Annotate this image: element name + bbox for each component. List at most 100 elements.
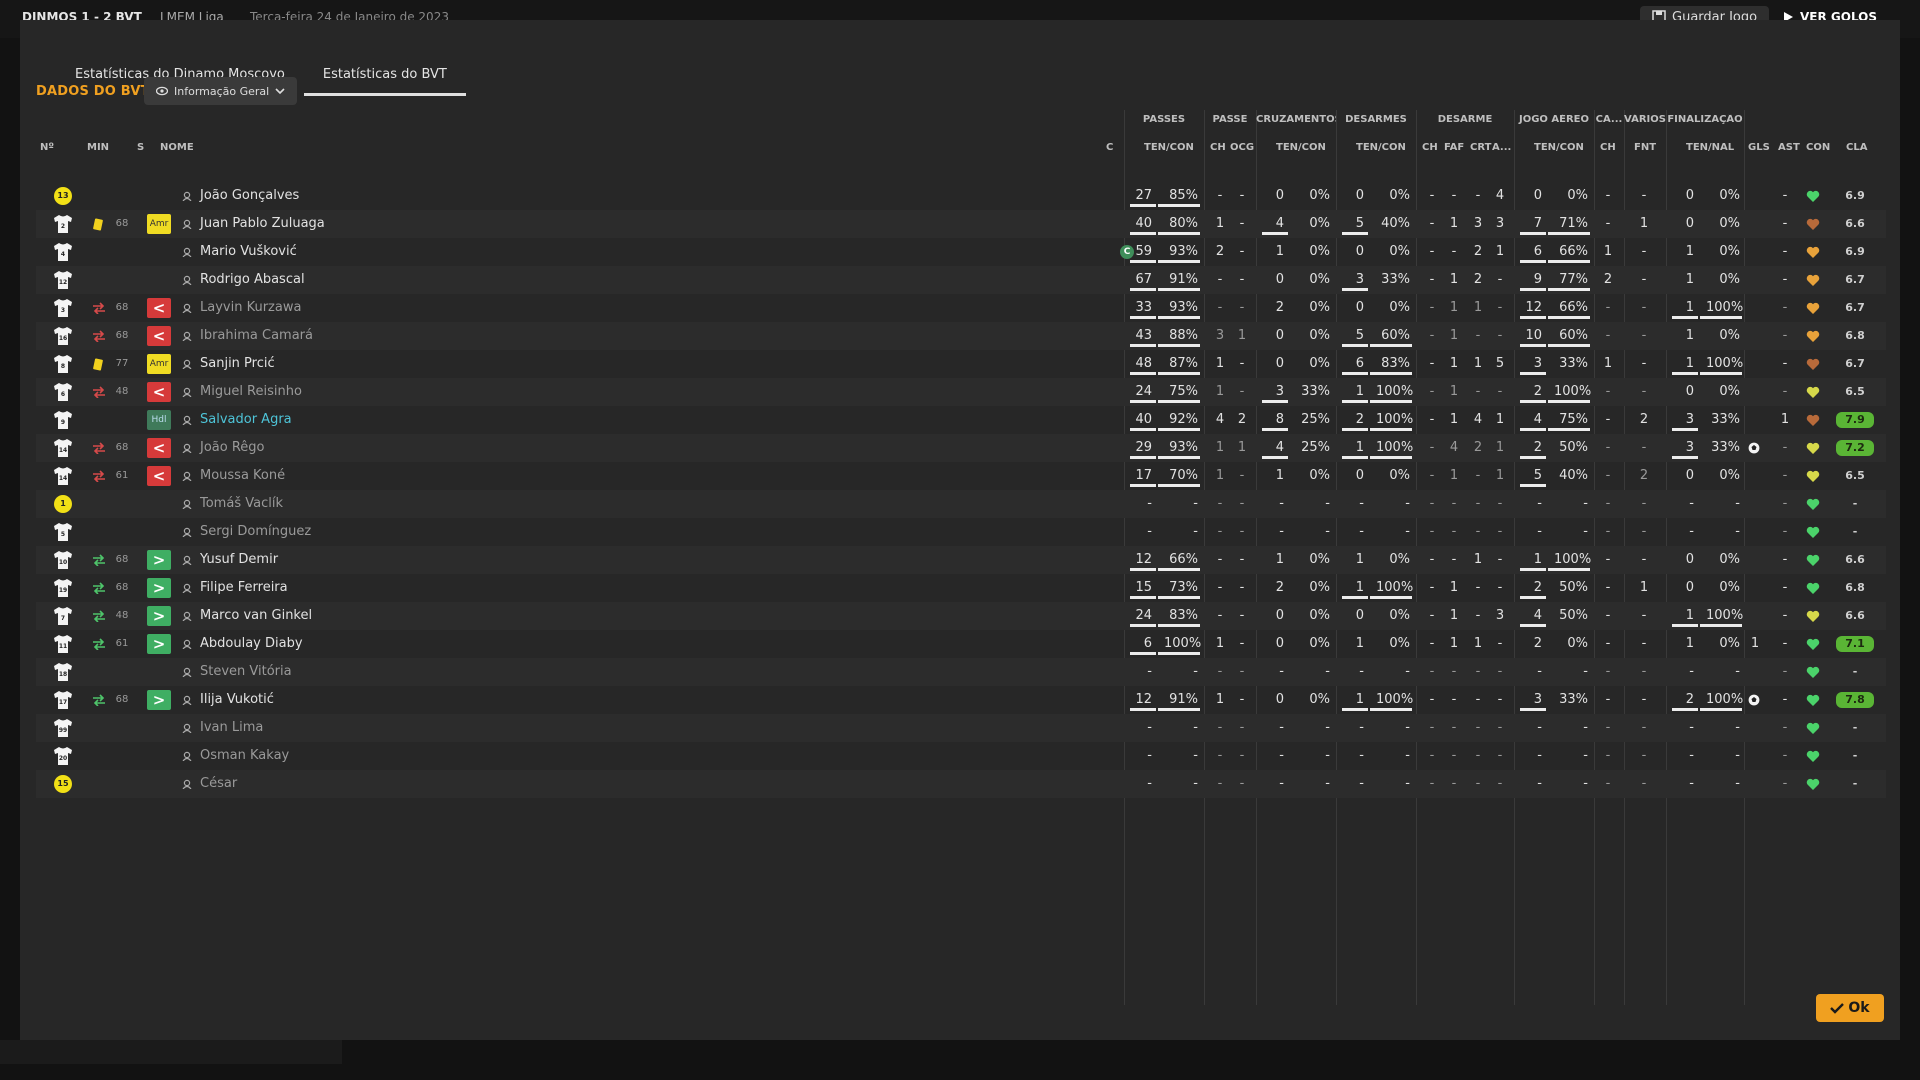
- player-name[interactable]: Abdoulay Diaby: [200, 630, 500, 658]
- ae-attempts-bar: [1520, 428, 1546, 431]
- p-success-bar: [1158, 316, 1200, 319]
- table-row[interactable]: 15 César - - - - - - - - - - - - - - - - - - - -: [36, 770, 1886, 798]
- table-row[interactable]: 9 Hdl Salvador Agra 40 92% 4 2 8 25% 2 100% -1 4 1 4 75…: [36, 406, 1886, 434]
- column-header-name[interactable]: NOME: [160, 142, 194, 153]
- player-name[interactable]: Steven Vitória: [200, 658, 500, 686]
- player-name[interactable]: João Gonçalves: [200, 182, 500, 210]
- column-header-dfaf[interactable]: FAF: [1444, 142, 1464, 153]
- ast-value: -: [1782, 300, 1788, 315]
- table-row[interactable]: 10 68 > Yusuf Demir 12 66% - -1 0% 1 0% - -1-1 100% - -…: [36, 546, 1886, 574]
- dcrt-value: 2: [1473, 244, 1483, 259]
- column-header-cach[interactable]: CH: [1600, 142, 1616, 153]
- ae-success: -: [1583, 496, 1588, 511]
- column-header-ast[interactable]: AST: [1778, 142, 1800, 153]
- person-icon: [182, 350, 192, 378]
- player-name[interactable]: Filipe Ferreira: [200, 574, 500, 602]
- table-row[interactable]: 20 Osman Kakay - - - - - - - - - - - - - - - - - - - -: [36, 742, 1886, 770]
- player-name[interactable]: João Rêgo: [200, 434, 500, 462]
- column-header-dcrt[interactable]: CRT: [1470, 142, 1491, 153]
- table-row[interactable]: 13 João Gonçalves 27 85% - -0 0% 0 0% - - -4 0 0% - -0 0…: [36, 182, 1886, 210]
- player-name[interactable]: Yusuf Demir: [200, 546, 500, 574]
- player-name[interactable]: Ibrahima Camará: [200, 322, 500, 350]
- player-name[interactable]: Salvador Agra: [200, 406, 500, 434]
- column-header-con[interactable]: CON: [1806, 142, 1830, 153]
- column-header-pch[interactable]: CH: [1210, 142, 1226, 153]
- person-icon: [182, 602, 192, 630]
- player-rating: -: [1852, 777, 1858, 790]
- column-header-pocg[interactable]: OCG: [1230, 142, 1254, 153]
- table-row[interactable]: 14 68 < João Rêgo 29 93% 1 1 4 25% 1 100% -4 2 1 2 50% - -…: [36, 434, 1886, 462]
- tk-success: 0%: [1389, 552, 1410, 567]
- status-badge: Amr: [147, 354, 171, 374]
- player-name[interactable]: Tomáš Vaclík: [200, 490, 500, 518]
- player-name[interactable]: Ilija Vukotić: [200, 686, 500, 714]
- column-header-min[interactable]: MIN: [87, 142, 109, 153]
- player-name[interactable]: Marco van Ginkel: [200, 602, 500, 630]
- dfaf-value: -: [1451, 776, 1457, 791]
- player-name[interactable]: Osman Kakay: [200, 742, 500, 770]
- table-row[interactable]: 11 61 > Abdoulay Diaby 6 100% 1-0 0% 1 0% -1 1-2 0% -…: [36, 630, 1886, 658]
- sub-off-icon: [92, 378, 106, 406]
- sub-off-icon: [92, 294, 106, 322]
- column-header-shots[interactable]: TEN/NAL: [1686, 142, 1734, 153]
- column-header-tackles[interactable]: TEN/CON: [1356, 142, 1406, 153]
- svg-text:6: 6: [61, 391, 65, 398]
- da-value: -: [1497, 636, 1503, 651]
- column-header-da[interactable]: A...: [1492, 142, 1511, 153]
- player-name[interactable]: Sanjin Prcić: [200, 350, 500, 378]
- dcrt-value: -: [1475, 776, 1481, 791]
- column-header-c[interactable]: C: [1106, 142, 1113, 153]
- tk-attempts-bar: [1342, 372, 1368, 375]
- player-name[interactable]: Mario Vušković: [200, 238, 500, 266]
- player-name[interactable]: Juan Pablo Zuluaga: [200, 210, 500, 238]
- table-row[interactable]: 14 61 < Moussa Koné 17 70% 1-1 0% 0 0% -1-1 5 40% -2 0…: [36, 462, 1886, 490]
- group-header: DESARME: [1437, 114, 1493, 125]
- sub-on-icon: [92, 574, 106, 602]
- table-row[interactable]: 3 68 < Layvin Kurzawa 33 93% - -2 0% 0 0% -1 1-12 66%…: [36, 294, 1886, 322]
- ae-success: 50%: [1559, 440, 1588, 455]
- table-row[interactable]: 5 Sergi Domínguez - - - - - - - - - - - - - - - - - - - -: [36, 518, 1886, 546]
- ok-button[interactable]: Ok: [1816, 994, 1884, 1022]
- table-row[interactable]: 19 68 > Filipe Ferreira 15 73% - -2 0% 1 100% -1- -2…: [36, 574, 1886, 602]
- column-header-passes[interactable]: TEN/CON: [1144, 142, 1194, 153]
- pocg-value: -: [1239, 244, 1245, 259]
- shirt-icon: 2: [52, 213, 74, 235]
- svg-text:4: 4: [61, 251, 65, 258]
- table-row[interactable]: 8 77 Amr Sanjin Prcić 48 87% 1-0 0% 6 83% -1 1 5 3 33%…: [36, 350, 1886, 378]
- player-name[interactable]: Layvin Kurzawa: [200, 294, 500, 322]
- column-header-cla[interactable]: CLA: [1846, 142, 1867, 153]
- gls-value: [1748, 238, 1762, 266]
- column-header-s[interactable]: S: [137, 142, 144, 153]
- player-name[interactable]: Sergi Domínguez: [200, 518, 500, 546]
- table-row[interactable]: 18 Steven Vitória - - - - - - - - - - - - - - - - - - - -: [36, 658, 1886, 686]
- player-name[interactable]: Miguel Reisinho: [200, 378, 500, 406]
- table-row[interactable]: 1 Tomáš Vaclík - - - - - - - - - - - - - - - - - - - -: [36, 490, 1886, 518]
- player-name[interactable]: Ivan Lima: [200, 714, 500, 742]
- table-row[interactable]: 7 48 > Marco van Ginkel 24 83% - -0 0% 0 0% -1-3 4 50…: [36, 602, 1886, 630]
- dcrt-value: -: [1475, 664, 1481, 679]
- player-name[interactable]: Rodrigo Abascal: [200, 266, 500, 294]
- table-row[interactable]: 17 68 > Ilija Vukotić 12 91% 1-0 0% 1 100% - - - -3 33…: [36, 686, 1886, 714]
- column-header-cross[interactable]: TEN/CON: [1276, 142, 1326, 153]
- column-header-gls[interactable]: GLS: [1748, 142, 1770, 153]
- column-header-dch[interactable]: CH: [1422, 142, 1438, 153]
- tk-attempts: 0: [1355, 608, 1364, 623]
- table-row[interactable]: 6 48 < Miguel Reisinho 24 75% 1-3 33% 1 100% -1- -2…: [36, 378, 1886, 406]
- table-row[interactable]: 2 68 Amr Juan Pablo Zuluaga 40 80% 1-4 0% 5 40% -1…: [36, 210, 1886, 238]
- table-row[interactable]: 4 Mario Vušković C 59 93% 2-1 0% 0 0% - -2 1 6 66% 1-1…: [36, 238, 1886, 266]
- da-value: -: [1497, 552, 1503, 567]
- table-row[interactable]: 12 Rodrigo Abascal 67 91% - -0 0% 3 33% -1 2-9 77% 2…: [36, 266, 1886, 294]
- sh-attempts: -: [1689, 496, 1694, 511]
- table-row[interactable]: 16 68 < Ibrahima Camará 43 88% 3 1 0 0% 5 60% -1- -10…: [36, 322, 1886, 350]
- column-header-num[interactable]: Nº: [40, 142, 54, 153]
- column-header-aerial[interactable]: TEN/CON: [1534, 142, 1584, 153]
- table-row[interactable]: 99 Ivan Lima - - - - - - - - - - - - - - - - - - - -: [36, 714, 1886, 742]
- player-name[interactable]: César: [200, 770, 500, 798]
- p-success-bar: [1158, 204, 1200, 207]
- dcrt-value: -: [1475, 720, 1481, 735]
- dch-value: -: [1429, 524, 1435, 539]
- sh-attempts: -: [1689, 524, 1694, 539]
- minutes-value: [112, 770, 132, 798]
- column-header-fnt[interactable]: FNT: [1634, 142, 1656, 153]
- player-name[interactable]: Moussa Koné: [200, 462, 500, 490]
